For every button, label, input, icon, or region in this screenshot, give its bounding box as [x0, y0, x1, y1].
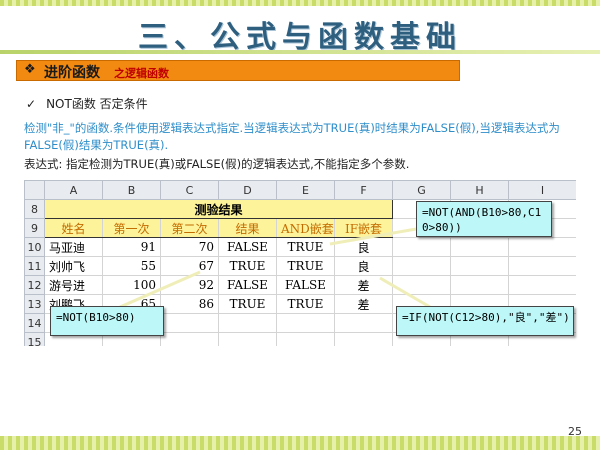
callout-pointer-not	[119, 270, 201, 309]
callout-and-nested-formula: =NOT(AND(B10>80,C10>80))	[416, 201, 552, 237]
callout-pointer-and	[329, 227, 417, 246]
callout-if-nested-formula: =IF(NOT(C12>80),"良","差")	[396, 306, 574, 336]
bottom-decor-stripe	[0, 436, 600, 450]
callout-pointer-if	[379, 276, 431, 309]
callout-not-formula: =NOT(B10>80)	[50, 306, 164, 336]
page-number: 25	[568, 425, 582, 438]
